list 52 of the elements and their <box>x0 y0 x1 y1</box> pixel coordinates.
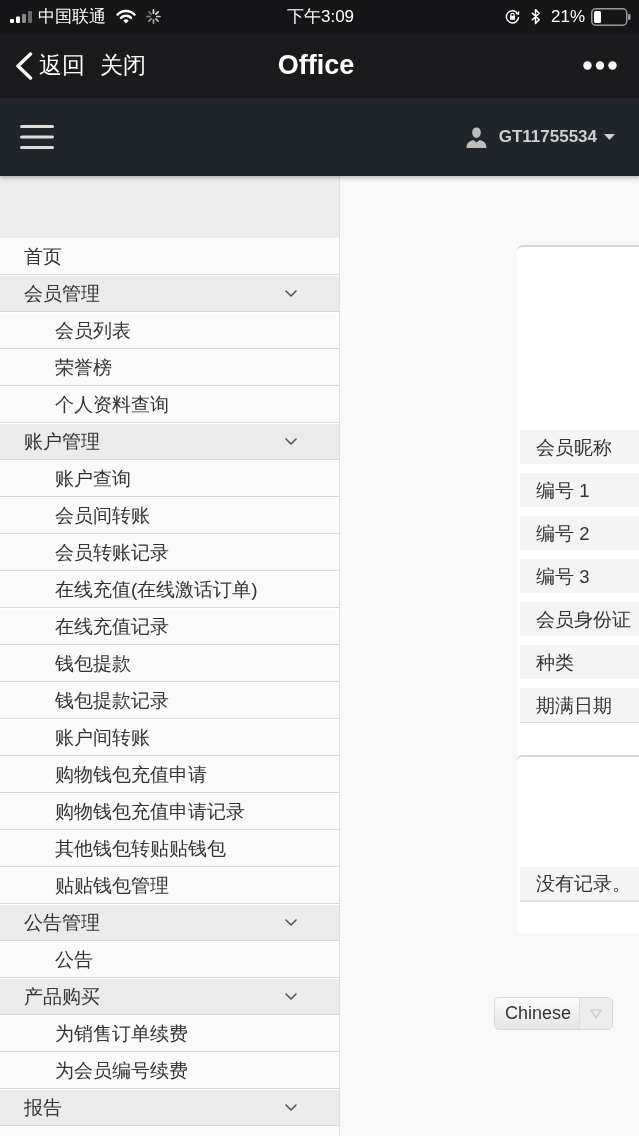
sidebar-group[interactable]: 账户管理 <box>0 423 339 460</box>
sidebar-group[interactable]: 公告管理 <box>0 904 339 941</box>
sidebar-subitem[interactable]: 钱包提款 <box>0 645 339 682</box>
field-label: 会员昵称 <box>520 430 639 464</box>
field-label: 会员身份证 <box>520 602 639 636</box>
sidebar-item[interactable]: 首页 <box>0 238 339 275</box>
caret-down-icon <box>590 1008 602 1019</box>
sidebar-subitem[interactable]: 为会员编号续费 <box>0 1052 339 1089</box>
field-label: 编号 2 <box>520 516 639 550</box>
battery-icon <box>591 7 631 26</box>
activity-spinner-icon <box>146 9 161 24</box>
sidebar-subitem[interactable]: 会员转账记录 <box>0 534 339 571</box>
sidebar-subitem[interactable]: 购物钱包充值申请记录 <box>0 793 339 830</box>
field-label: 编号 3 <box>520 559 639 593</box>
battery-percent: 21% <box>550 6 585 27</box>
signal-icon <box>10 10 32 23</box>
sidebar-subitem[interactable]: 荣誉榜 <box>0 349 339 386</box>
close-button[interactable]: 关闭 <box>100 50 146 81</box>
sidebar-subitem[interactable]: 贴贴钱包管理 <box>0 867 339 904</box>
window-title: Office <box>277 50 355 81</box>
rotation-lock-icon <box>504 9 520 24</box>
user-icon <box>465 126 487 148</box>
sidebar-subitem[interactable]: 个人资料查询 <box>0 386 339 423</box>
caret-down-icon <box>604 134 615 140</box>
menu-icon[interactable] <box>20 125 54 149</box>
wifi-icon <box>116 9 136 24</box>
sidebar-group[interactable]: 报告 <box>0 1089 339 1126</box>
language-select[interactable]: Chinese <box>494 997 613 1030</box>
more-icon[interactable] <box>583 61 617 70</box>
status-time: 下午3:09 <box>286 6 355 28</box>
chevron-left-icon <box>15 51 33 80</box>
sidebar-subitem[interactable]: 在线充值(在线激话订单) <box>0 571 339 608</box>
bluetooth-icon <box>529 8 541 25</box>
sidebar-subitem[interactable]: 账户查询 <box>0 460 339 497</box>
sidebar-group[interactable]: 产品购买 <box>0 978 339 1015</box>
sidebar-subitem[interactable]: 账户间转账 <box>0 719 339 756</box>
field-label: 种类 <box>520 645 639 679</box>
sidebar-subitem[interactable]: 其他钱包转贴贴钱包 <box>0 830 339 867</box>
empty-message: 没有记录。 <box>520 867 639 902</box>
sidebar-group[interactable]: 会员管理 <box>0 275 339 312</box>
sidebar-subitem[interactable]: 购物钱包充值申请 <box>0 756 339 793</box>
sidebar-subitem[interactable]: 会员列表 <box>0 312 339 349</box>
field-label: 编号 1 <box>520 473 639 507</box>
sidebar-subitem[interactable]: 公告 <box>0 941 339 978</box>
back-button[interactable]: 返回 <box>15 50 85 81</box>
sidebar-subitem[interactable]: 在线充值记录 <box>0 608 339 645</box>
field-label: 期满日期 <box>520 688 639 722</box>
sidebar-subitem[interactable]: 会员间转账 <box>0 497 339 534</box>
user-menu-button[interactable]: GT11755534 <box>465 126 615 148</box>
sidebar-subitem[interactable]: 钱包提款记录 <box>0 682 339 719</box>
carrier-name: 中国联通 <box>38 6 106 28</box>
sidebar-subitem[interactable]: 为销售订单续费 <box>0 1015 339 1052</box>
